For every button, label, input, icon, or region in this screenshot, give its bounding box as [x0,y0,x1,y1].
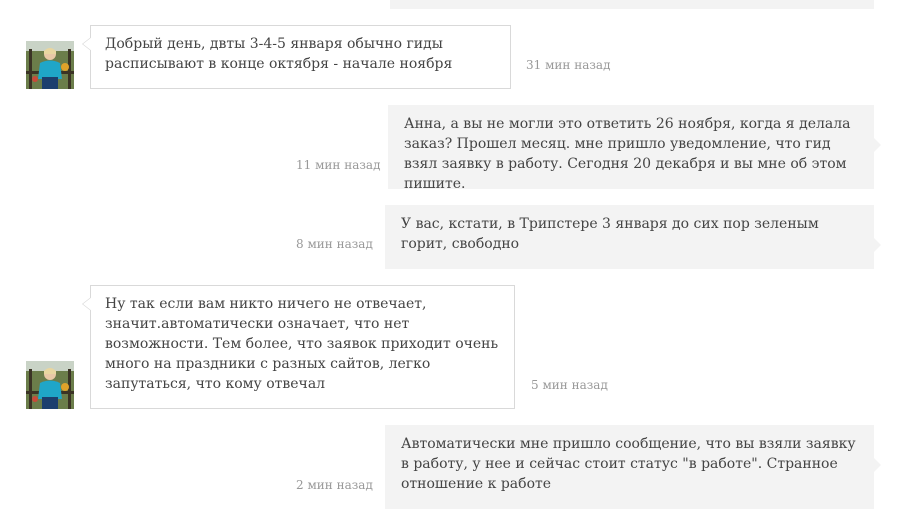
message-text: Анна, а вы не могли это ответить 26 нояб… [404,116,851,192]
message-text: У вас, кстати, в Трипстере 3 января до с… [401,216,819,252]
message-text: Добрый день, двты 3-4-5 января обычно ги… [105,36,453,72]
message-timestamp: 8 мин назад [296,237,373,251]
previous-message-bubble-edge [390,0,874,9]
message-bubble: Ну так если вам никто ничего не отвечает… [82,285,515,409]
message-timestamp: 31 мин назад [526,58,611,72]
message-timestamp: 5 мин назад [531,378,608,392]
message-timestamp: 2 мин назад [296,478,373,492]
user-avatar-photo [26,361,74,409]
message-timestamp: 11 мин назад [296,158,381,172]
message-bubble: Автоматически мне пришло сообщение, что … [385,425,881,509]
message-bubble: Добрый день, двты 3-4-5 января обычно ги… [82,25,511,89]
message-bubble: Анна, а вы не могли это ответить 26 нояб… [388,105,881,192]
message-text: Автоматически мне пришло сообщение, что … [401,436,856,492]
user-avatar-photo [26,41,74,89]
message-bubble: У вас, кстати, в Трипстере 3 января до с… [385,205,881,269]
message-text: Ну так если вам никто ничего не отвечает… [105,296,499,392]
